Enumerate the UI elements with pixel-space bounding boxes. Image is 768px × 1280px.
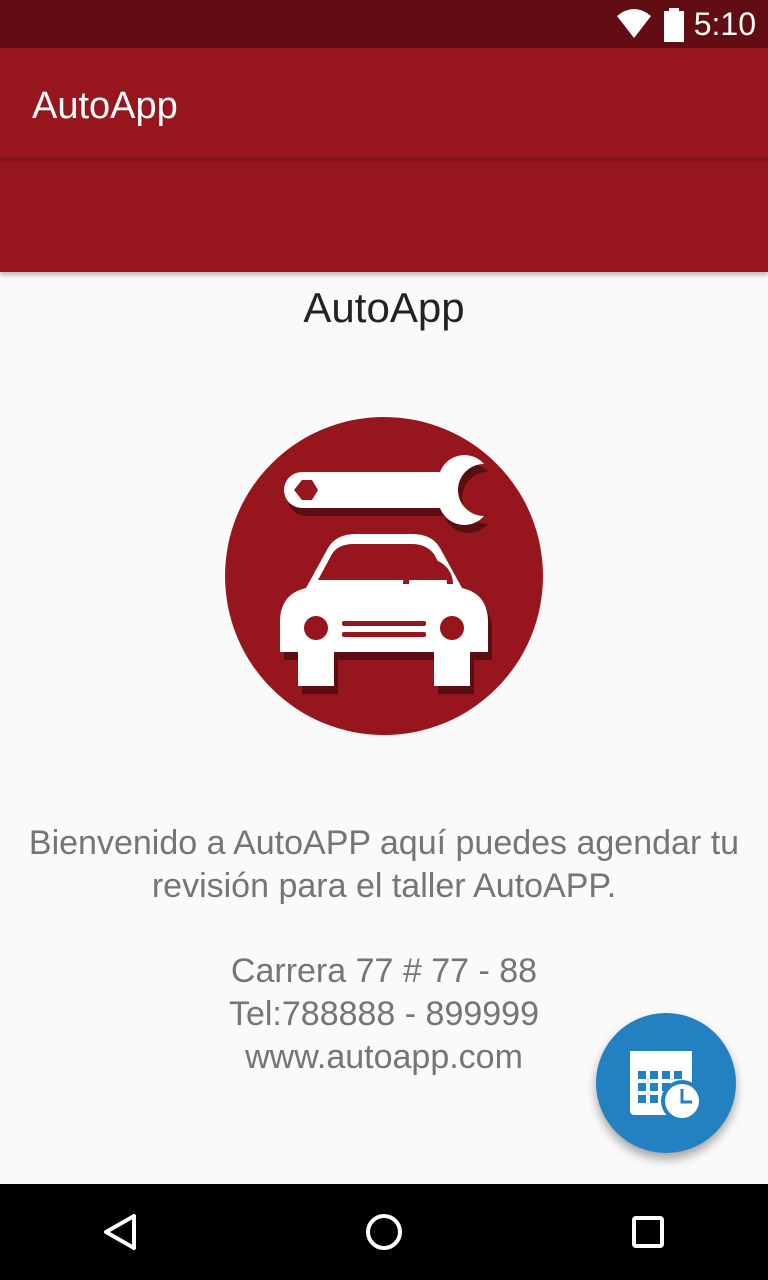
status-time: 5:10	[693, 6, 756, 42]
car-wrench-logo	[224, 416, 544, 736]
home-icon[interactable]	[360, 1208, 408, 1256]
toolbar-divider	[0, 158, 768, 162]
app-bar: AutoApp	[0, 48, 768, 272]
schedule-appointment-button[interactable]	[596, 1013, 736, 1153]
app-title: AutoApp	[32, 85, 178, 127]
address-text: Carrera 77 # 77 - 88	[230, 952, 538, 990]
status-bar: 5:10	[0, 0, 768, 48]
back-icon[interactable]	[96, 1208, 144, 1256]
navigation-bar	[0, 1184, 768, 1280]
welcome-text: Bienvenido a AutoAPP aquí puedes agendar…	[28, 824, 740, 905]
wifi-icon	[616, 8, 652, 44]
battery-icon	[662, 8, 686, 46]
page-heading: AutoApp	[303, 284, 465, 331]
recents-icon[interactable]	[624, 1208, 672, 1256]
